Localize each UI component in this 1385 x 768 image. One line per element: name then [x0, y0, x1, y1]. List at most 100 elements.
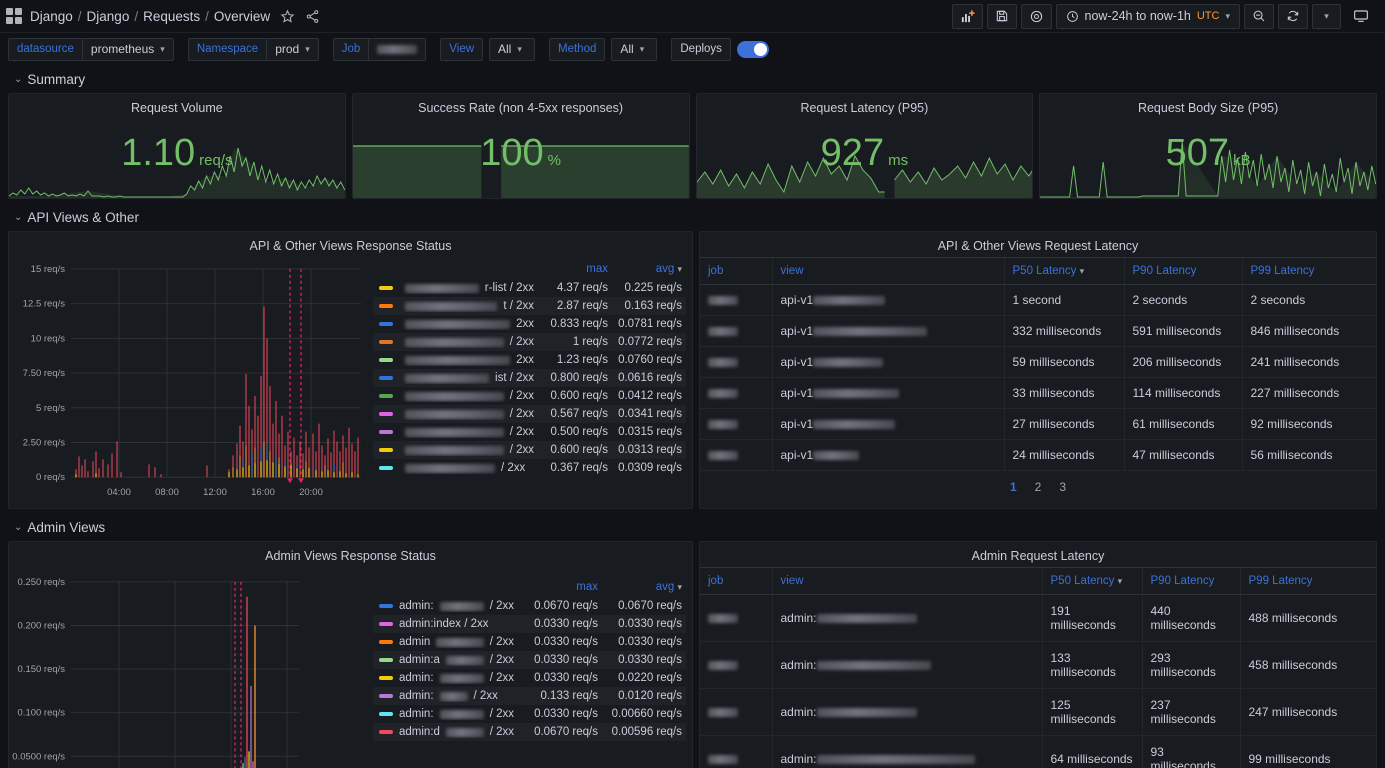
legend-sort-avg[interactable]: avg ▾ [608, 263, 682, 275]
legend-avg-value: 0.0315 req/s [618, 426, 682, 438]
stat-panel-success-rate[interactable]: Success Rate (non 4-5xx responses) 100 % [351, 93, 690, 199]
refresh-dashboard-button[interactable] [1278, 3, 1308, 29]
svg-text:08:00: 08:00 [155, 487, 179, 498]
table-row[interactable]: admin: 191 milliseconds 440 milliseconds 48… [700, 594, 1376, 642]
column-header-job[interactable]: job [700, 257, 772, 285]
panel-api-request-latency[interactable]: API & Other Views Request Latency job vi… [699, 231, 1377, 509]
legend-series-suffix: / 2xx [509, 336, 534, 348]
api-response-status-graph[interactable]: 15 req/s 12.5 req/s 10 req/s 7.50 req/s 5 … [9, 257, 369, 507]
legend-item[interactable]: / 2xx 0.600 req/s 0.0412 req/s [373, 387, 686, 405]
column-header-p90[interactable]: P90 Latency [1141, 567, 1240, 595]
cell-job [700, 346, 772, 378]
save-dashboard-button[interactable] [986, 3, 1017, 29]
stat-value: 927 ms [697, 134, 1033, 172]
redacted-series-name [405, 301, 498, 311]
add-panel-button[interactable] [951, 3, 983, 29]
breadcrumb-item-2[interactable]: Requests [143, 9, 200, 24]
legend-sort-max[interactable]: max [534, 263, 608, 275]
admin-response-status-graph[interactable]: 0.250 req/s 0.200 req/s 0.150 req/s 0.100 … [9, 567, 369, 768]
column-header-p50[interactable]: P50 Latency ▾ [1041, 567, 1142, 595]
legend-item[interactable]: / 2xx 1 req/s 0.0772 req/s [373, 333, 686, 351]
column-header-view[interactable]: view [771, 567, 1042, 595]
row-header-admin-views[interactable]: ⌄ Admin Views [14, 516, 1385, 538]
legend-item[interactable]: admin: / 2xx 0.133 req/s 0.0120 req/s [373, 687, 686, 705]
variable-value-dropdown[interactable]: All ▾ [489, 37, 536, 61]
legend-item[interactable]: admin: / 2xx 0.0330 req/s 0.0220 req/s [373, 669, 686, 687]
star-icon[interactable] [280, 9, 295, 24]
svg-text:15 req/s: 15 req/s [31, 264, 66, 275]
legend-sort-max[interactable]: max [514, 581, 598, 593]
stat-panel-request-body-size-p95[interactable]: Request Body Size (P95) 507 kB [1039, 93, 1377, 199]
legend-item[interactable]: 2xx 1.23 req/s 0.0760 req/s [373, 351, 686, 369]
summary-stat-panels: Request Volume 1.10 req/s Success Rate (… [0, 93, 1385, 199]
deploys-toggle[interactable] [736, 40, 769, 58]
time-range-picker[interactable]: now-24h to now-1h UTC ▾ [1055, 3, 1240, 29]
legend-series-suffix: / 2xx [489, 708, 514, 720]
kiosk-mode-button[interactable] [1345, 4, 1377, 29]
table-row[interactable]: api-v1 59 milliseconds 206 milliseconds 241… [700, 346, 1376, 378]
dashboards-grid-icon[interactable] [6, 8, 22, 24]
panel-api-response-status[interactable]: API & Other Views Response Status 15 req… [8, 231, 693, 509]
variable-value-dropdown[interactable] [368, 37, 427, 61]
table-row[interactable]: admin: 125 milliseconds 237 milliseconds 24… [700, 688, 1376, 736]
table-row[interactable]: api-v1 1 second 2 seconds 2 seconds [700, 284, 1376, 316]
column-header-p90[interactable]: P90 Latency [1123, 257, 1242, 285]
legend-item[interactable]: / 2xx 0.367 req/s 0.0309 req/s [373, 459, 686, 477]
breadcrumb-item-1[interactable]: Django [87, 9, 130, 24]
table-row[interactable]: api-v1 332 milliseconds 591 milliseconds 84… [700, 315, 1376, 347]
redacted-view [816, 708, 917, 718]
table-row[interactable]: admin: 64 milliseconds 93 milliseconds 99 m… [700, 735, 1376, 768]
legend-item[interactable]: / 2xx 0.567 req/s 0.0341 req/s [373, 405, 686, 423]
pagination-page-1[interactable]: 1 [1010, 480, 1017, 494]
table-row[interactable]: api-v1 27 milliseconds 61 milliseconds 92 m… [700, 408, 1376, 440]
cell-p99-latency: 846 milliseconds [1241, 315, 1376, 347]
legend-item[interactable]: / 2xx 0.500 req/s 0.0315 req/s [373, 423, 686, 441]
pagination-page-3[interactable]: 3 [1059, 480, 1066, 494]
legend-item[interactable]: admin:a / 2xx 0.0330 req/s 0.0330 req/s [373, 651, 686, 669]
panel-title: API & Other Views Request Latency [937, 239, 1139, 253]
legend-item[interactable]: r-list / 2xx 4.37 req/s 0.225 req/s [373, 279, 686, 297]
stat-panel-request-latency-p95[interactable]: Request Latency (P95) 927 ms [695, 93, 1034, 199]
refresh-icon [1287, 10, 1299, 22]
legend-color-swatch [379, 466, 393, 470]
redacted-series-name [405, 319, 511, 329]
cell-p90-latency: 440 milliseconds [1141, 594, 1240, 642]
chevron-down-icon: ▾ [639, 43, 645, 54]
column-header-view[interactable]: view [771, 257, 1004, 285]
table-row[interactable]: api-v1 33 milliseconds 114 milliseconds 227… [700, 377, 1376, 409]
legend-color-swatch [379, 358, 393, 362]
legend-item[interactable]: admin:d / 2xx 0.0670 req/s 0.00596 req/s [373, 723, 686, 741]
column-header-p50[interactable]: P50 Latency ▾ [1003, 257, 1124, 285]
legend-item[interactable]: admin: / 2xx 0.0670 req/s 0.0670 req/s [373, 597, 686, 615]
column-header-p99[interactable]: P99 Latency [1239, 567, 1376, 595]
legend-item[interactable]: admin:index / 2xx 0.0330 req/s 0.0330 req/… [373, 615, 686, 633]
refresh-interval-dropdown[interactable]: ▾ [1312, 3, 1341, 29]
dashboard-settings-gear-icon[interactable] [1020, 3, 1052, 29]
breadcrumb-item-0[interactable]: Django [30, 9, 73, 24]
breadcrumb-item-3[interactable]: Overview [214, 9, 270, 24]
pagination-page-2[interactable]: 2 [1035, 480, 1042, 494]
row-header-api-views[interactable]: ⌄ API Views & Other [14, 206, 1385, 228]
legend-item[interactable]: t / 2xx 2.87 req/s 0.163 req/s [373, 297, 686, 315]
panel-admin-request-latency[interactable]: Admin Request Latency job view P50 Laten… [699, 541, 1377, 768]
table-row[interactable]: api-v1 24 milliseconds 47 milliseconds 56 m… [700, 439, 1376, 471]
variable-value-dropdown[interactable]: All ▾ [611, 37, 658, 61]
share-icon[interactable] [305, 9, 320, 24]
legend-header: max avg ▾ [373, 261, 686, 279]
legend-item[interactable]: / 2xx 0.600 req/s 0.0313 req/s [373, 441, 686, 459]
legend-sort-avg[interactable]: avg ▾ [598, 581, 682, 593]
column-header-p99[interactable]: P99 Latency [1241, 257, 1376, 285]
stat-panel-request-volume[interactable]: Request Volume 1.10 req/s [8, 93, 346, 199]
panel-admin-response-status[interactable]: Admin Views Response Status 0.250 req/s 0… [8, 541, 693, 768]
table-row[interactable]: admin: 133 milliseconds 293 milliseconds 45… [700, 641, 1376, 689]
column-header-job[interactable]: job [700, 567, 772, 595]
legend-item[interactable]: ist / 2xx 0.800 req/s 0.0616 req/s [373, 369, 686, 387]
row-header-summary[interactable]: ⌄ Summary [14, 68, 1385, 90]
legend-item[interactable]: 2xx 0.833 req/s 0.0781 req/s [373, 315, 686, 333]
legend-max-value: 0.0330 req/s [534, 618, 598, 630]
zoom-out-time-range-button[interactable] [1244, 3, 1274, 29]
variable-value-dropdown[interactable]: prod ▾ [266, 37, 319, 61]
variable-value-dropdown[interactable]: prometheus ▾ [81, 37, 174, 61]
legend-item[interactable]: admin / 2xx 0.0330 req/s 0.0330 req/s [373, 633, 686, 651]
legend-item[interactable]: admin: / 2xx 0.0330 req/s 0.00660 req/s [373, 705, 686, 723]
